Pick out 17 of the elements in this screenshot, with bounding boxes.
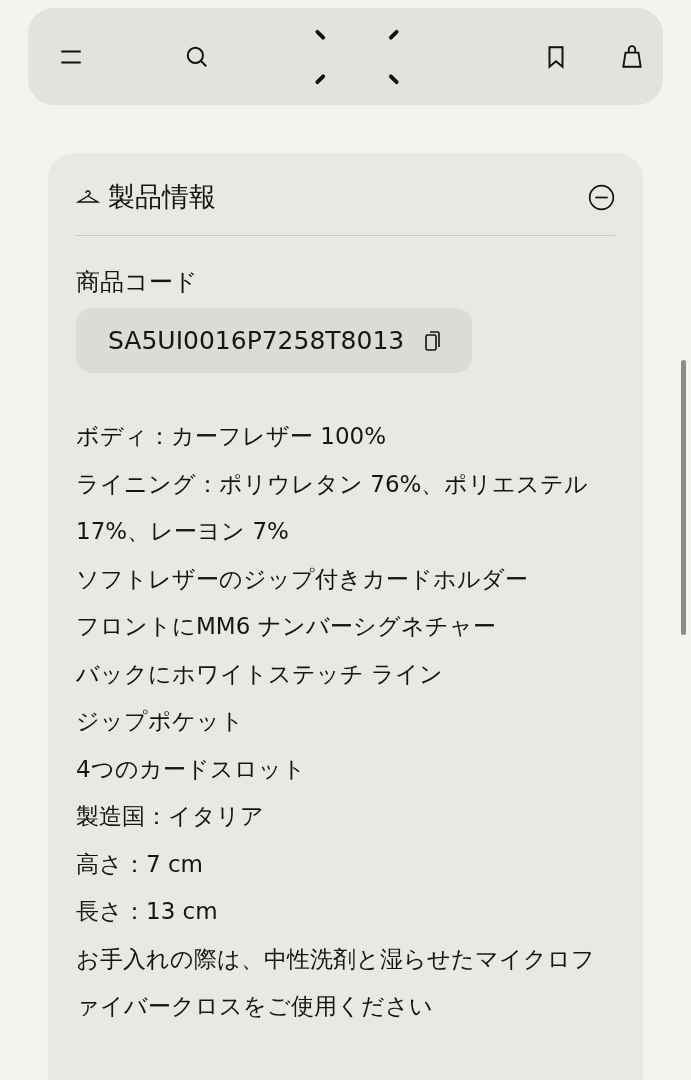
detail-text: 高さ：7 cm xyxy=(76,849,204,879)
detail-text: ボディ：カーフレザー 100% xyxy=(76,422,388,451)
product-code-button[interactable]: SA5UI0016P7258T8013 xyxy=(76,308,473,373)
detail-text: 製造国：イタリア xyxy=(76,802,265,831)
detail-text: 4つのカードスロット xyxy=(76,754,307,784)
detail-text: フロントにMM6 ナンバーシグネチャー xyxy=(76,612,497,641)
section-title: 製品情報 xyxy=(108,180,217,214)
detail-text: ソフトレザーのジップ付きカードホルダー xyxy=(76,564,529,594)
detail-text: ジップポケット xyxy=(76,707,245,736)
collapse-icon[interactable] xyxy=(588,183,615,211)
detail-text: ライニング：ポリウレタン 76%、ポリエステル 17%、レーヨン 7% xyxy=(76,469,590,546)
field-label: 商品コード xyxy=(76,267,199,298)
detail-text: お手入れの際は、中性洗剤と湿らせたマイクロファイバークロスをご使用ください xyxy=(76,944,596,1021)
detail-text: 長さ：13 cm xyxy=(76,897,219,926)
hanger-icon xyxy=(76,189,100,205)
shopping-bag-icon[interactable] xyxy=(619,43,645,70)
detail-text: バックにホワイトステッチ ライン xyxy=(76,659,445,689)
